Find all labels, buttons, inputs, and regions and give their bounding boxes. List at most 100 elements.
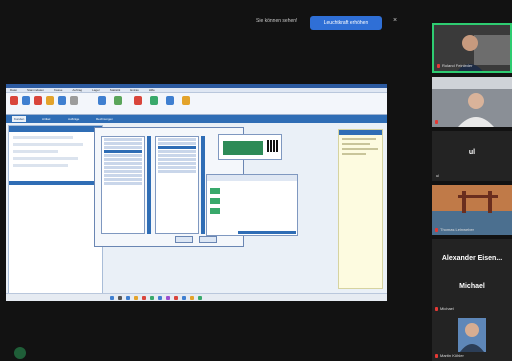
- form-field[interactable]: [13, 164, 68, 167]
- menu-item[interactable]: Extras: [130, 88, 139, 92]
- participant-tile[interactable]: Roland Feinleder: [432, 23, 512, 73]
- list-item[interactable]: [158, 138, 196, 141]
- side-action-button[interactable]: [210, 198, 220, 204]
- participant-name: Michael: [440, 306, 454, 311]
- list-item[interactable]: [104, 162, 142, 165]
- taskbar-app-icon[interactable]: [182, 296, 186, 300]
- list-item[interactable]: [104, 166, 142, 169]
- participant-tile[interactable]: Thomas Leinweber: [432, 185, 512, 235]
- taskbar-app-icon[interactable]: [150, 296, 154, 300]
- form-field[interactable]: [13, 157, 78, 160]
- tab-record[interactable]: Rechnungen: [94, 116, 115, 122]
- menu-item[interactable]: Datei: [10, 88, 17, 92]
- ok-button[interactable]: [175, 236, 193, 243]
- list-scrollbar[interactable]: [147, 136, 151, 234]
- participant-video: [432, 77, 512, 127]
- participant-tile[interactable]: ul ul: [432, 131, 512, 181]
- tab-record[interactable]: Aufträge: [66, 116, 81, 122]
- notes-panel: [338, 129, 383, 289]
- menu-item[interactable]: Statistik: [110, 88, 121, 92]
- taskbar-app-icon[interactable]: [166, 296, 170, 300]
- app-ribbon: [6, 93, 387, 115]
- taskbar-app-icon[interactable]: [134, 296, 138, 300]
- selection-list-left[interactable]: [101, 136, 145, 234]
- selection-list-right[interactable]: [155, 136, 199, 234]
- note-text: [342, 148, 378, 150]
- panel-header: [9, 126, 102, 132]
- note-text: [342, 143, 370, 145]
- mic-muted-icon: [437, 64, 440, 68]
- participant-initials: ul: [468, 149, 476, 156]
- participant-name: ul: [436, 173, 440, 178]
- shared-screen[interactable]: Datei Stammdaten Kasse Auftrag Lager Sta…: [6, 84, 387, 301]
- list-item[interactable]: [158, 150, 196, 153]
- participant-display-name: Alexander Eisen...: [441, 255, 503, 262]
- participant-name: Martin Köhler: [440, 353, 464, 358]
- list-item[interactable]: [158, 158, 196, 161]
- list-item[interactable]: [104, 178, 142, 181]
- ribbon-icon[interactable]: [58, 96, 66, 105]
- list-item[interactable]: [104, 146, 142, 149]
- menu-item[interactable]: Hilfe: [149, 88, 155, 92]
- ribbon-icon[interactable]: [98, 96, 106, 105]
- form-field[interactable]: [13, 143, 83, 146]
- ribbon-icon[interactable]: [34, 96, 42, 105]
- taskbar-app-icon[interactable]: [158, 296, 162, 300]
- note-text: [342, 138, 376, 140]
- list-item[interactable]: [158, 166, 196, 169]
- increase-brightness-button[interactable]: Leuchtkraft erhöhen: [310, 16, 382, 30]
- detail-window-header: [207, 175, 297, 181]
- taskbar-app-icon[interactable]: [118, 296, 122, 300]
- ribbon-icon[interactable]: [134, 96, 142, 105]
- list-item[interactable]: [104, 138, 142, 141]
- list-item[interactable]: [104, 182, 142, 185]
- ribbon-icon[interactable]: [166, 96, 174, 105]
- list-item[interactable]: [158, 170, 196, 173]
- participant-tile[interactable]: [432, 77, 512, 127]
- form-field[interactable]: [13, 150, 58, 153]
- meeting-app-icon[interactable]: [14, 347, 26, 359]
- taskbar-app-icon[interactable]: [190, 296, 194, 300]
- mic-muted-icon: [435, 120, 438, 124]
- list-item[interactable]: [104, 158, 142, 161]
- ribbon-icon[interactable]: [182, 96, 190, 105]
- menu-item[interactable]: Kasse: [54, 88, 62, 92]
- list-item[interactable]: [158, 146, 196, 149]
- ribbon-icon[interactable]: [114, 96, 122, 105]
- taskbar-app-icon[interactable]: [198, 296, 202, 300]
- ribbon-icon[interactable]: [46, 96, 54, 105]
- cancel-button[interactable]: [199, 236, 217, 243]
- ribbon-icon[interactable]: [10, 96, 18, 105]
- menu-item[interactable]: Stammdaten: [27, 88, 44, 92]
- form-field[interactable]: [13, 136, 73, 139]
- taskbar-app-icon[interactable]: [142, 296, 146, 300]
- close-banner-icon[interactable]: ×: [393, 17, 397, 24]
- taskbar-app-icon[interactable]: [126, 296, 130, 300]
- side-action-button[interactable]: [210, 188, 220, 194]
- start-icon[interactable]: [110, 296, 114, 300]
- mic-muted-icon: [435, 307, 438, 311]
- participant-name: Roland Feinleder: [442, 63, 473, 68]
- list-item[interactable]: [158, 142, 196, 145]
- list-item[interactable]: [158, 154, 196, 157]
- taskbar-app-icon[interactable]: [174, 296, 178, 300]
- ribbon-icon[interactable]: [22, 96, 30, 105]
- tab-record[interactable]: Artikel: [40, 116, 52, 122]
- menu-item[interactable]: Lager: [92, 88, 100, 92]
- participant-tile[interactable]: Martin Köhler: [432, 312, 512, 361]
- list-item[interactable]: [104, 142, 142, 145]
- ribbon-icon[interactable]: [70, 96, 78, 105]
- list-item[interactable]: [158, 162, 196, 165]
- list-item[interactable]: [104, 150, 142, 153]
- participant-display-name: Michael: [459, 283, 485, 290]
- side-action-button[interactable]: [210, 208, 220, 214]
- list-item[interactable]: [104, 154, 142, 157]
- list-item[interactable]: [104, 170, 142, 173]
- list-item[interactable]: [104, 174, 142, 177]
- mic-muted-icon: [435, 354, 438, 358]
- tab-record[interactable]: Kunden: [12, 116, 27, 122]
- ribbon-icon[interactable]: [150, 96, 158, 105]
- list-scrollbar[interactable]: [201, 136, 205, 234]
- detail-window: [206, 174, 298, 236]
- menu-item[interactable]: Auftrag: [72, 88, 82, 92]
